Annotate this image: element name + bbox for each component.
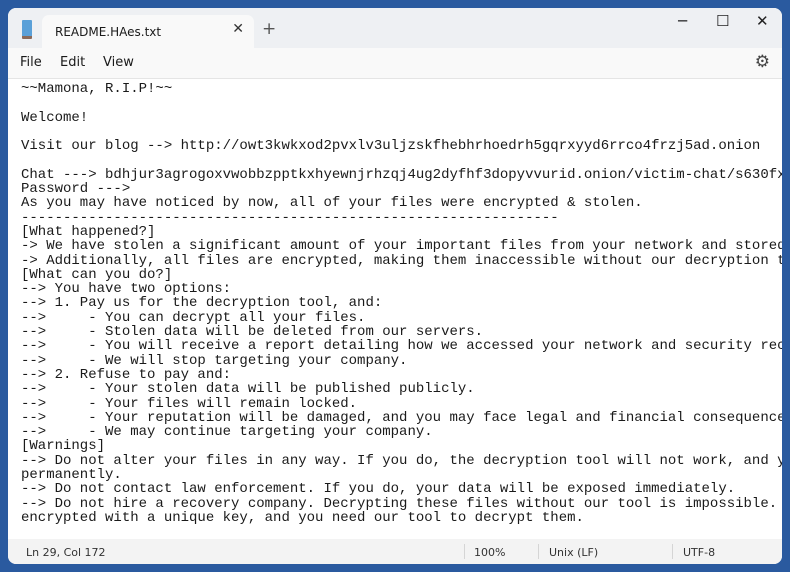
tab-title: README.HAes.txt <box>55 25 162 39</box>
settings-gear-icon[interactable]: ⚙ <box>755 52 770 72</box>
menu-bar: File Edit View ⚙ <box>8 48 782 79</box>
menu-view[interactable]: View <box>103 55 134 70</box>
line-ending[interactable]: Unix (LF) <box>549 546 598 559</box>
maximize-button[interactable]: ☐ <box>716 12 729 30</box>
zoom-level[interactable]: 100% <box>474 546 505 559</box>
encoding[interactable]: UTF-8 <box>683 546 715 559</box>
divider <box>672 544 673 559</box>
notepad-window: README.HAes.txt ✕ + ─ ☐ ✕ File Edit View… <box>8 8 782 564</box>
menu-file[interactable]: File <box>20 55 42 70</box>
title-bar: README.HAes.txt ✕ + ─ ☐ ✕ <box>8 8 782 48</box>
divider <box>464 544 465 559</box>
text-editor[interactable]: ~~Mamona, R.I.P!~~ Welcome! Visit our bl… <box>8 79 782 539</box>
close-window-button[interactable]: ✕ <box>756 12 769 30</box>
minimize-button[interactable]: ─ <box>678 12 687 30</box>
document-text[interactable]: ~~Mamona, R.I.P!~~ Welcome! Visit our bl… <box>21 82 782 525</box>
cursor-position: Ln 29, Col 172 <box>26 546 106 559</box>
divider <box>538 544 539 559</box>
close-tab-icon[interactable]: ✕ <box>232 21 244 37</box>
tab-readme[interactable]: README.HAes.txt ✕ <box>42 15 254 48</box>
menu-edit[interactable]: Edit <box>60 55 85 70</box>
new-tab-button[interactable]: + <box>262 19 276 39</box>
notepad-app-icon <box>22 20 32 39</box>
status-bar: Ln 29, Col 172 100% Unix (LF) UTF-8 <box>8 539 782 564</box>
